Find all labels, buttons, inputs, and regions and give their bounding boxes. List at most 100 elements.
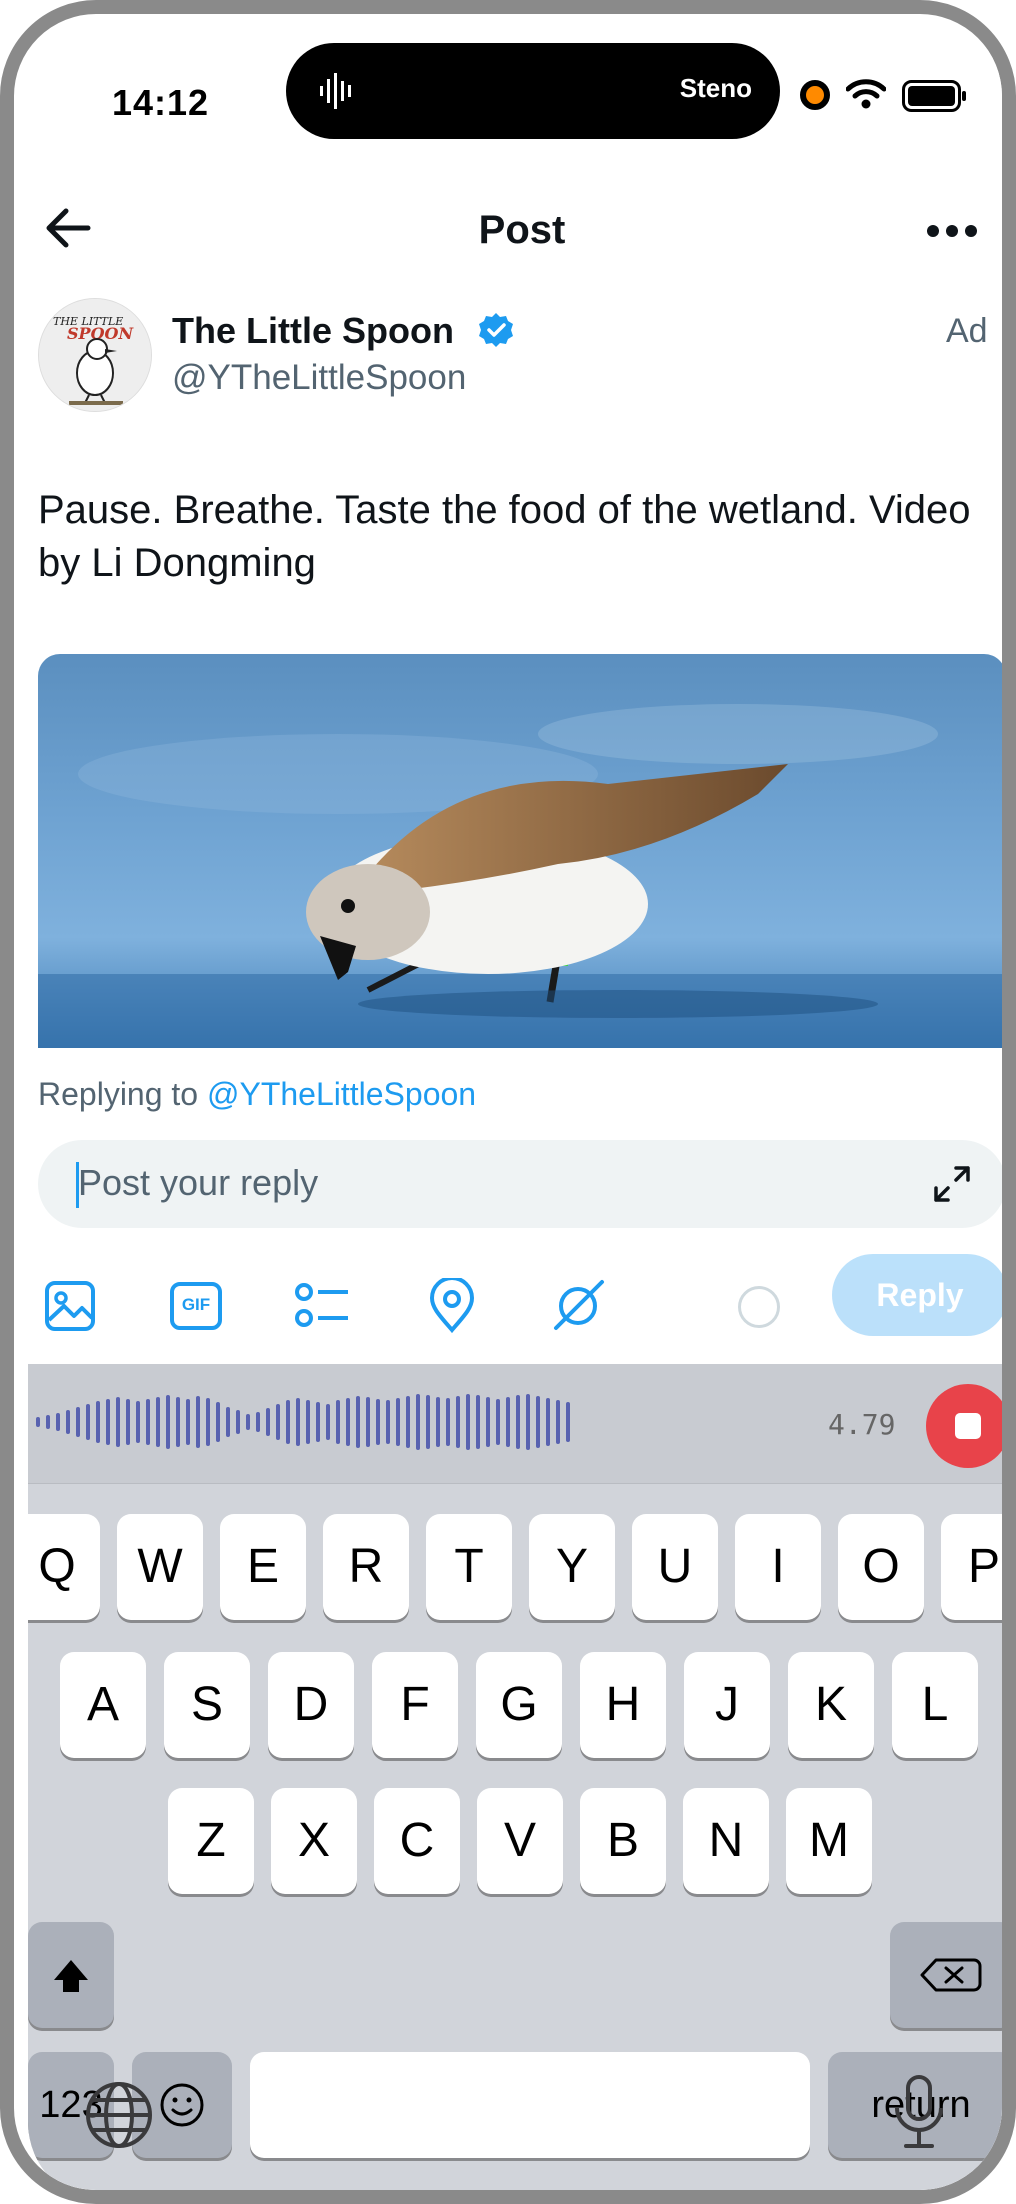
waveform-bar	[166, 1395, 170, 1449]
island-app-name: Steno	[679, 73, 752, 103]
key-h[interactable]: H	[580, 1652, 666, 1758]
waveform-bar	[536, 1396, 540, 1448]
waveform-bar	[426, 1395, 430, 1449]
key-o[interactable]: O	[838, 1514, 924, 1620]
waveform-bar	[376, 1399, 380, 1445]
key-y[interactable]: Y	[529, 1514, 615, 1620]
key-i[interactable]: I	[735, 1514, 821, 1620]
waveform-bar	[56, 1413, 60, 1431]
waveform-bar	[186, 1399, 190, 1445]
key-q[interactable]: Q	[28, 1514, 100, 1620]
key-w[interactable]: W	[117, 1514, 203, 1620]
wifi-icon	[846, 79, 886, 109]
waveform-bar	[476, 1395, 480, 1449]
grok-icon[interactable]	[550, 1278, 606, 1334]
key-z[interactable]: Z	[168, 1788, 254, 1894]
reply-placeholder: Post your reply	[78, 1162, 319, 1203]
waveform-bar	[466, 1394, 470, 1450]
character-count-circle	[738, 1286, 780, 1328]
gif-icon[interactable]: GIF	[168, 1278, 224, 1334]
waveform-bar	[226, 1407, 230, 1437]
dictation-waveform	[36, 1394, 570, 1450]
waveform-bar	[266, 1408, 270, 1436]
author-handle[interactable]: @YTheLittleSpoon	[172, 358, 466, 398]
replying-prefix: Replying to	[38, 1076, 199, 1112]
key-u[interactable]: U	[632, 1514, 718, 1620]
key-p[interactable]: P	[941, 1514, 1002, 1620]
key-m[interactable]: M	[786, 1788, 872, 1894]
replying-to: Replying to @YTheLittleSpoon	[38, 1076, 476, 1113]
shift-key[interactable]	[28, 1922, 114, 2028]
key-s[interactable]: S	[164, 1652, 250, 1758]
author-name[interactable]: The Little Spoon	[172, 310, 454, 352]
post-media[interactable]	[38, 654, 1002, 1048]
waveform-bar	[96, 1401, 100, 1443]
waveform-bar	[286, 1400, 290, 1444]
waveform-bar	[416, 1394, 420, 1450]
key-a[interactable]: A	[60, 1652, 146, 1758]
key-v[interactable]: V	[477, 1788, 563, 1894]
key-f[interactable]: F	[372, 1652, 458, 1758]
bird-image	[38, 704, 1002, 1048]
waveform-bar	[276, 1404, 280, 1440]
dynamic-island[interactable]: Steno	[286, 43, 780, 139]
key-r[interactable]: R	[323, 1514, 409, 1620]
location-icon[interactable]	[424, 1278, 480, 1334]
waveform-bar	[106, 1399, 110, 1445]
waveform-bar	[196, 1396, 200, 1448]
image-icon[interactable]	[42, 1278, 98, 1334]
waveform-bar	[246, 1414, 250, 1430]
waveform-bar	[126, 1399, 130, 1445]
dictation-elapsed: 4.79	[828, 1408, 896, 1441]
waveform-bar	[156, 1397, 160, 1447]
waveform-bar	[136, 1401, 140, 1443]
key-x[interactable]: X	[271, 1788, 357, 1894]
stop-recording-button[interactable]	[926, 1384, 1002, 1468]
globe-icon[interactable]	[84, 2080, 154, 2150]
key-e[interactable]: E	[220, 1514, 306, 1620]
verified-badge-icon	[479, 313, 513, 347]
key-t[interactable]: T	[426, 1514, 512, 1620]
waveform-bar	[116, 1397, 120, 1447]
waveform-bar	[386, 1400, 390, 1444]
reply-input[interactable]: Post your reply	[38, 1140, 1002, 1228]
more-dots-icon[interactable]	[926, 224, 978, 238]
microphone-icon[interactable]	[892, 2074, 946, 2152]
key-c[interactable]: C	[374, 1788, 460, 1894]
key-d[interactable]: D	[268, 1652, 354, 1758]
space-key[interactable]	[250, 2052, 810, 2158]
poll-icon[interactable]	[294, 1278, 350, 1334]
waveform-bar	[516, 1395, 520, 1449]
keyboard: 4.79 QWERTYUIOP ASDFGHJKL ZXCVBNM 123 re…	[28, 1364, 1002, 2190]
status-time: 14:12	[112, 82, 210, 123]
key-g[interactable]: G	[476, 1652, 562, 1758]
delete-key[interactable]	[890, 1922, 1002, 2028]
waveform-bar	[446, 1398, 450, 1446]
waveform-bar	[496, 1399, 500, 1445]
gif-label: GIF	[181, 1295, 211, 1314]
shift-icon	[54, 1960, 88, 1992]
waveform-bar	[546, 1398, 550, 1446]
waveform-bar	[336, 1400, 340, 1444]
waveform-bar	[176, 1397, 180, 1447]
waveform-bar	[316, 1402, 320, 1442]
expand-icon[interactable]	[932, 1164, 972, 1204]
stop-icon	[955, 1413, 981, 1439]
recording-indicator-dot	[800, 80, 830, 110]
waveform-bar	[456, 1396, 460, 1448]
key-k[interactable]: K	[788, 1652, 874, 1758]
waveform-bar	[366, 1397, 370, 1447]
key-n[interactable]: N	[683, 1788, 769, 1894]
key-j[interactable]: J	[684, 1652, 770, 1758]
waveform-bar	[46, 1415, 50, 1429]
screen: 14:12 Steno Post THE LITTLE SPOON The Li…	[28, 28, 1002, 2190]
waveform-bar	[86, 1404, 90, 1440]
avatar[interactable]: THE LITTLE SPOON	[38, 298, 152, 412]
waveform-bar	[506, 1397, 510, 1447]
key-l[interactable]: L	[892, 1652, 978, 1758]
key-b[interactable]: B	[580, 1788, 666, 1894]
replying-handle[interactable]: @YTheLittleSpoon	[207, 1076, 476, 1112]
dictation-bar: 4.79	[28, 1364, 1002, 1484]
reply-button[interactable]: Reply	[832, 1254, 1002, 1336]
waveform-bar	[236, 1410, 240, 1434]
